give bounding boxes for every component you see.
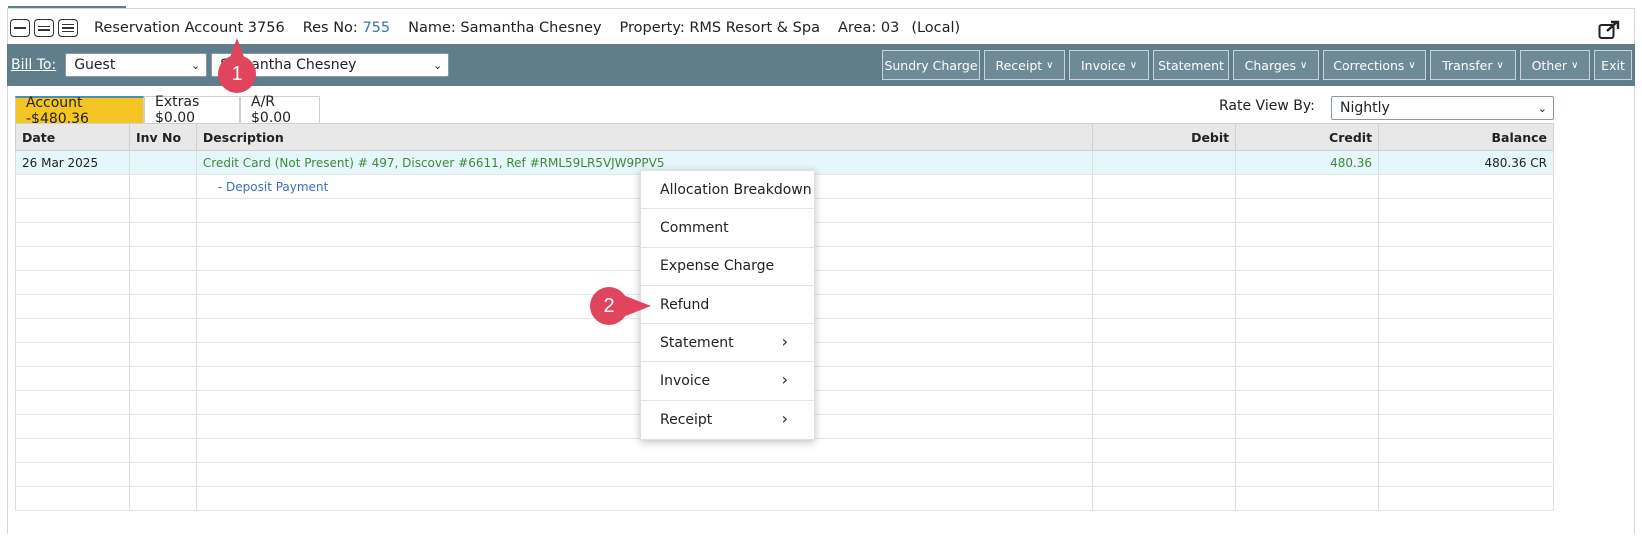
- cell-balance: 480.36 CR: [1378, 150, 1554, 175]
- corrections-button[interactable]: Corrections ∨: [1323, 50, 1426, 80]
- action-buttons: Sundry Charge Receipt ∨ Invoice ∨ Statemen…: [882, 50, 1632, 80]
- area-label: Area: 03: [837, 20, 900, 36]
- chevron-down-icon: ∨: [1496, 59, 1504, 71]
- menu-item-invoice[interactable]: Invoice ›: [641, 362, 814, 401]
- statement-button[interactable]: Statement: [1153, 50, 1229, 80]
- sundry-charge-button[interactable]: Sundry Charge: [882, 50, 980, 80]
- cell-date: 26 Mar 2025: [15, 150, 130, 175]
- popout-icon[interactable]: [1598, 20, 1620, 40]
- row-context-menu: Allocation Breakdown Comment Expense Cha…: [640, 170, 815, 441]
- medium-view-icon[interactable]: [34, 19, 54, 37]
- chevron-right-icon: ›: [781, 408, 788, 428]
- menu-item-allocation-breakdown[interactable]: Allocation Breakdown: [641, 171, 814, 210]
- transfer-button[interactable]: Transfer ∨: [1430, 50, 1516, 80]
- chevron-down-icon: ⌄: [190, 58, 201, 72]
- cell-balance: [1378, 174, 1554, 199]
- cell-debit: [1092, 174, 1237, 199]
- column-header-date[interactable]: Date: [15, 123, 130, 151]
- table-header-row: Date Inv No Description Debit Credit Bal…: [15, 123, 1554, 151]
- empty-row: [15, 438, 1554, 463]
- cell-credit: [1235, 174, 1380, 199]
- menu-item-comment[interactable]: Comment: [641, 209, 814, 248]
- chevron-down-icon: ∨: [1408, 59, 1416, 71]
- res-no-link[interactable]: 755: [362, 20, 390, 36]
- res-no-label: Res No: 755: [302, 20, 391, 36]
- expand-view-icon[interactable]: [58, 19, 78, 37]
- menu-item-statement[interactable]: Statement ›: [641, 324, 814, 363]
- exit-button[interactable]: Exit: [1594, 50, 1632, 80]
- rate-view-value: Nightly: [1340, 100, 1390, 116]
- tab-ar[interactable]: A/R $0.00: [240, 94, 320, 126]
- chevron-down-icon: ∨: [1571, 59, 1579, 71]
- chevron-right-icon: ›: [781, 370, 788, 390]
- invoice-button[interactable]: Invoice ∨: [1069, 50, 1149, 80]
- area-local: (Local): [911, 20, 961, 36]
- chevron-right-icon: ›: [781, 332, 788, 352]
- empty-row: [15, 486, 1554, 511]
- callout-1: 1: [231, 62, 243, 85]
- deposit-payment-link[interactable]: - Deposit Payment: [218, 180, 328, 194]
- rate-view-select[interactable]: Nightly ⌄: [1331, 96, 1554, 120]
- rate-view-label: Rate View By:: [1219, 98, 1315, 114]
- column-header-balance[interactable]: Balance: [1378, 123, 1554, 151]
- bill-to-link[interactable]: Bill To:: [11, 57, 56, 73]
- other-button[interactable]: Other ∨: [1520, 50, 1590, 80]
- column-header-credit[interactable]: Credit: [1235, 123, 1380, 151]
- property-name: Property: RMS Resort & Spa: [619, 20, 820, 36]
- cell-credit: 480.36: [1235, 150, 1380, 175]
- menu-item-expense-charge[interactable]: Expense Charge: [641, 248, 814, 286]
- bill-to-type-value: Guest: [74, 57, 116, 73]
- column-header-debit[interactable]: Debit: [1092, 123, 1237, 151]
- cell-date: [15, 174, 130, 199]
- menu-item-receipt[interactable]: Receipt ›: [641, 401, 814, 439]
- column-header-inv-no[interactable]: Inv No: [128, 123, 197, 151]
- menu-item-refund[interactable]: Refund: [641, 286, 814, 325]
- account-tabs: Account -$480.36 Extras $0.00 A/R $0.00: [15, 94, 320, 127]
- tab-account[interactable]: Account -$480.36: [15, 95, 144, 127]
- cell-debit: [1092, 150, 1237, 175]
- chevron-down-icon: ⌄: [432, 58, 443, 72]
- cell-inv-no: [128, 150, 197, 175]
- cell-inv-no: [128, 174, 197, 199]
- chevron-down-icon: ⌄: [1537, 101, 1547, 115]
- guest-name: Name: Samantha Chesney: [408, 20, 602, 36]
- chevron-down-icon: ∨: [1046, 59, 1054, 71]
- charges-button[interactable]: Charges ∨: [1233, 50, 1319, 80]
- bill-to-type-select[interactable]: Guest ⌄: [65, 53, 208, 77]
- empty-row: [15, 462, 1554, 487]
- collapse-view-icon[interactable]: [10, 19, 30, 37]
- tab-extras[interactable]: Extras $0.00: [144, 94, 240, 126]
- receipt-button[interactable]: Receipt ∨: [984, 50, 1065, 80]
- chevron-down-icon: ∨: [1129, 59, 1138, 71]
- reservation-title: Reservation Account 3756: [94, 20, 285, 36]
- callout-2: 2: [603, 294, 615, 317]
- column-header-description[interactable]: Description: [195, 123, 1094, 151]
- chevron-down-icon: ∨: [1300, 59, 1308, 71]
